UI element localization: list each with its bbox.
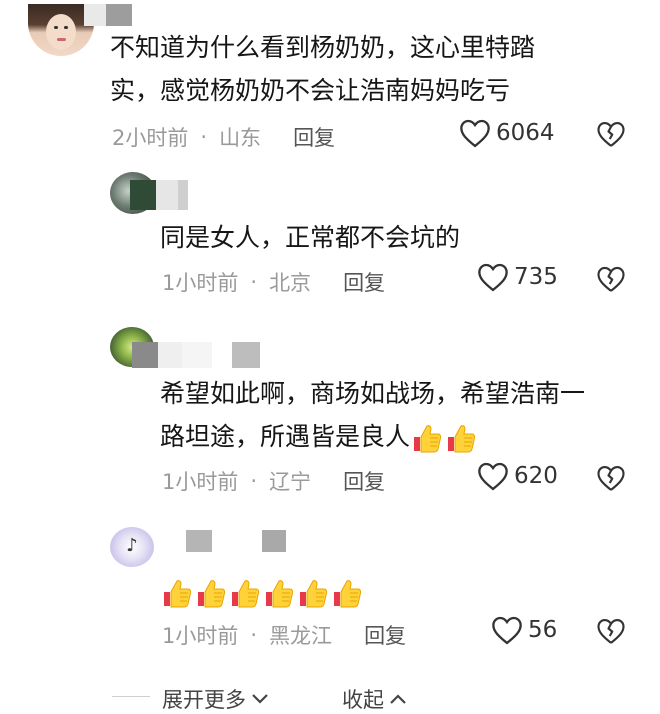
- username-obscured: [130, 180, 188, 210]
- comment-text: 同是女人，正常都不会坑的: [160, 223, 461, 252]
- chevron-down-icon: [252, 694, 268, 704]
- like-button[interactable]: 6064: [458, 118, 555, 148]
- username-obscured: [84, 4, 132, 26]
- dislike-button[interactable]: [596, 265, 626, 297]
- collapse-label: 收起: [342, 688, 384, 712]
- chevron-up-icon: [390, 694, 406, 704]
- comment-meta: 1小时前 · 辽宁 回复: [162, 466, 385, 496]
- like-button[interactable]: 620: [476, 461, 558, 491]
- separator: ·: [250, 623, 258, 647]
- separator: ·: [200, 125, 208, 149]
- dislike-button[interactable]: [596, 120, 626, 152]
- comment-location: 辽宁: [269, 470, 312, 494]
- separator: ·: [250, 270, 258, 294]
- reply-button[interactable]: 回复: [343, 267, 385, 297]
- like-button[interactable]: 56: [490, 615, 557, 645]
- tiktok-logo-icon: ♪: [126, 535, 138, 556]
- broken-heart-icon: [597, 465, 625, 491]
- thumbs-up-emoji: [334, 580, 362, 608]
- avatar[interactable]: ♪: [110, 527, 154, 567]
- broken-heart-icon: [597, 618, 625, 644]
- thumbs-up-emoji: [232, 580, 260, 608]
- comment-meta: 1小时前 · 北京 回复: [162, 267, 385, 297]
- comment-location: 北京: [269, 271, 312, 295]
- reply-button[interactable]: 回复: [343, 466, 385, 496]
- thumbs-up-emoji: [414, 425, 442, 453]
- like-count: 620: [514, 463, 558, 489]
- heart-outline-icon: [460, 119, 490, 148]
- comment-time: 1小时前: [162, 271, 239, 295]
- reply-button[interactable]: 回复: [293, 122, 335, 152]
- thumbs-up-emoji: [300, 580, 328, 608]
- heart-outline-icon: [478, 263, 508, 292]
- comment-text: 不知道为什么看到杨奶奶，这心里特踏 实，感觉杨奶奶不会让浩南妈妈吃亏: [110, 33, 536, 105]
- reply-button[interactable]: 回复: [364, 620, 406, 650]
- thumbs-up-emoji: [164, 580, 192, 608]
- broken-heart-icon: [597, 121, 625, 147]
- comment-time: 1小时前: [162, 470, 239, 494]
- expand-more-label: 展开更多: [162, 688, 246, 712]
- like-count: 735: [514, 264, 558, 290]
- comment-meta: 1小时前 · 黑龙江 回复: [162, 620, 406, 650]
- comment-time: 1小时前: [162, 624, 239, 648]
- like-count: 6064: [496, 120, 555, 146]
- thumbs-up-emoji: [198, 580, 226, 608]
- thumbs-up-emoji: [448, 425, 476, 453]
- emoji-group: [410, 421, 478, 455]
- thumbs-up-emoji: [266, 580, 294, 608]
- comment-time: 2小时前: [112, 126, 189, 150]
- divider: [112, 696, 150, 697]
- like-button[interactable]: 735: [476, 262, 558, 292]
- emoji-group: [160, 576, 364, 610]
- heart-outline-icon: [492, 616, 522, 645]
- comment-text: 希望如此啊，商场如战场，希望浩南一 路坦途，所遇皆是良人: [160, 372, 585, 458]
- comment-meta: 2小时前 · 山东 回复: [112, 122, 335, 152]
- comment-text: [160, 570, 364, 613]
- separator: ·: [250, 469, 258, 493]
- dislike-button[interactable]: [596, 464, 626, 496]
- heart-outline-icon: [478, 462, 508, 491]
- username-obscured: [160, 530, 286, 552]
- like-count: 56: [528, 617, 558, 643]
- broken-heart-icon: [597, 266, 625, 292]
- comment-location: 黑龙江: [269, 624, 333, 648]
- expand-more-button[interactable]: 展开更多: [162, 684, 270, 714]
- comment-location: 山东: [219, 126, 262, 150]
- dislike-button[interactable]: [596, 617, 626, 649]
- collapse-button[interactable]: 收起: [342, 684, 408, 714]
- username-obscured: [132, 342, 260, 368]
